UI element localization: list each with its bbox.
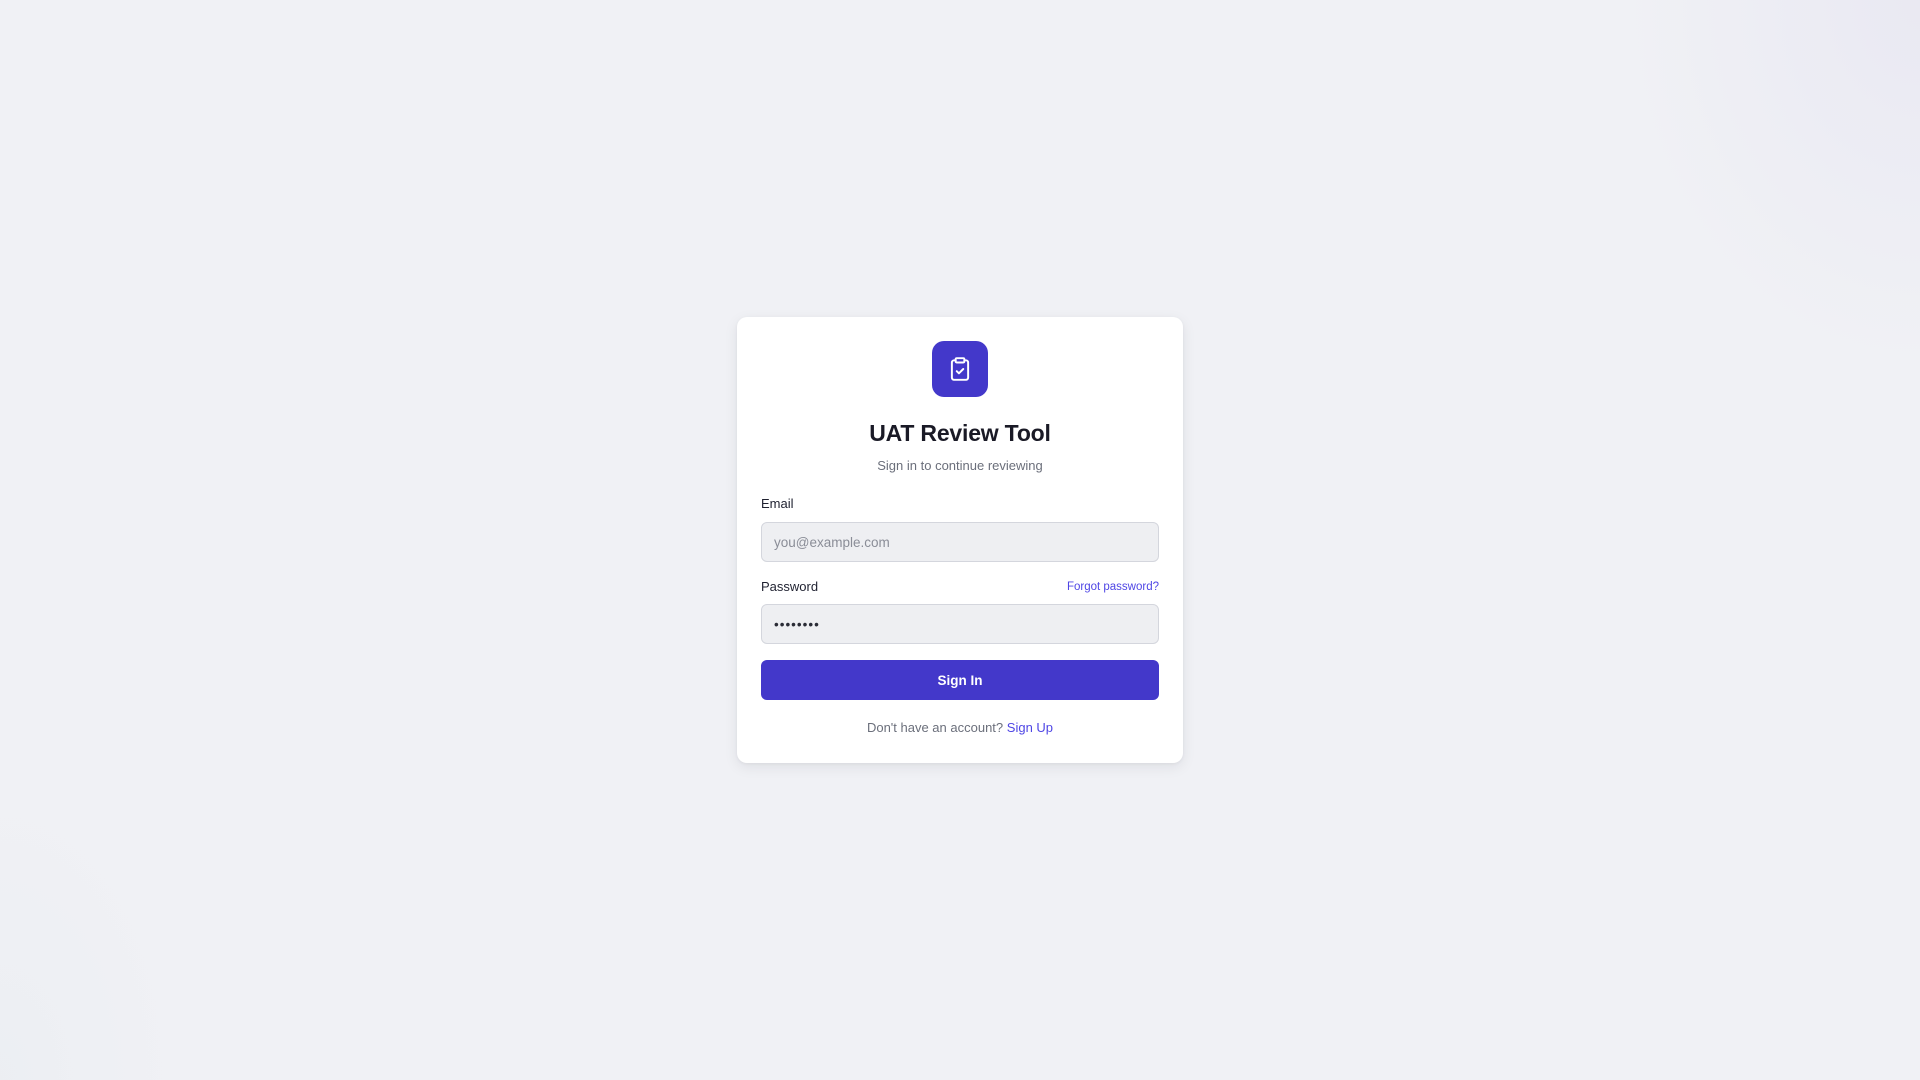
page-title: UAT Review Tool — [869, 420, 1051, 446]
page-subtitle: Sign in to continue reviewing — [877, 458, 1043, 473]
email-field[interactable] — [761, 522, 1159, 562]
app-logo — [932, 341, 988, 397]
email-label: Email — [761, 496, 794, 511]
signup-prompt-text: Don't have an account? — [866, 720, 1004, 735]
clipboard-check-icon — [950, 357, 970, 381]
sign-in-button[interactable]: Sign In — [761, 660, 1159, 700]
password-label: Password — [761, 579, 819, 594]
sign-up-link[interactable]: Sign Up — [1007, 720, 1053, 735]
password-field[interactable] — [761, 604, 1159, 644]
signup-prompt: Don't have an account? Sign Up — [737, 720, 1183, 735]
login-card: UAT Review Tool Sign in to continue revi… — [737, 317, 1183, 763]
forgot-password-link[interactable]: Forgot password? — [1067, 581, 1159, 593]
